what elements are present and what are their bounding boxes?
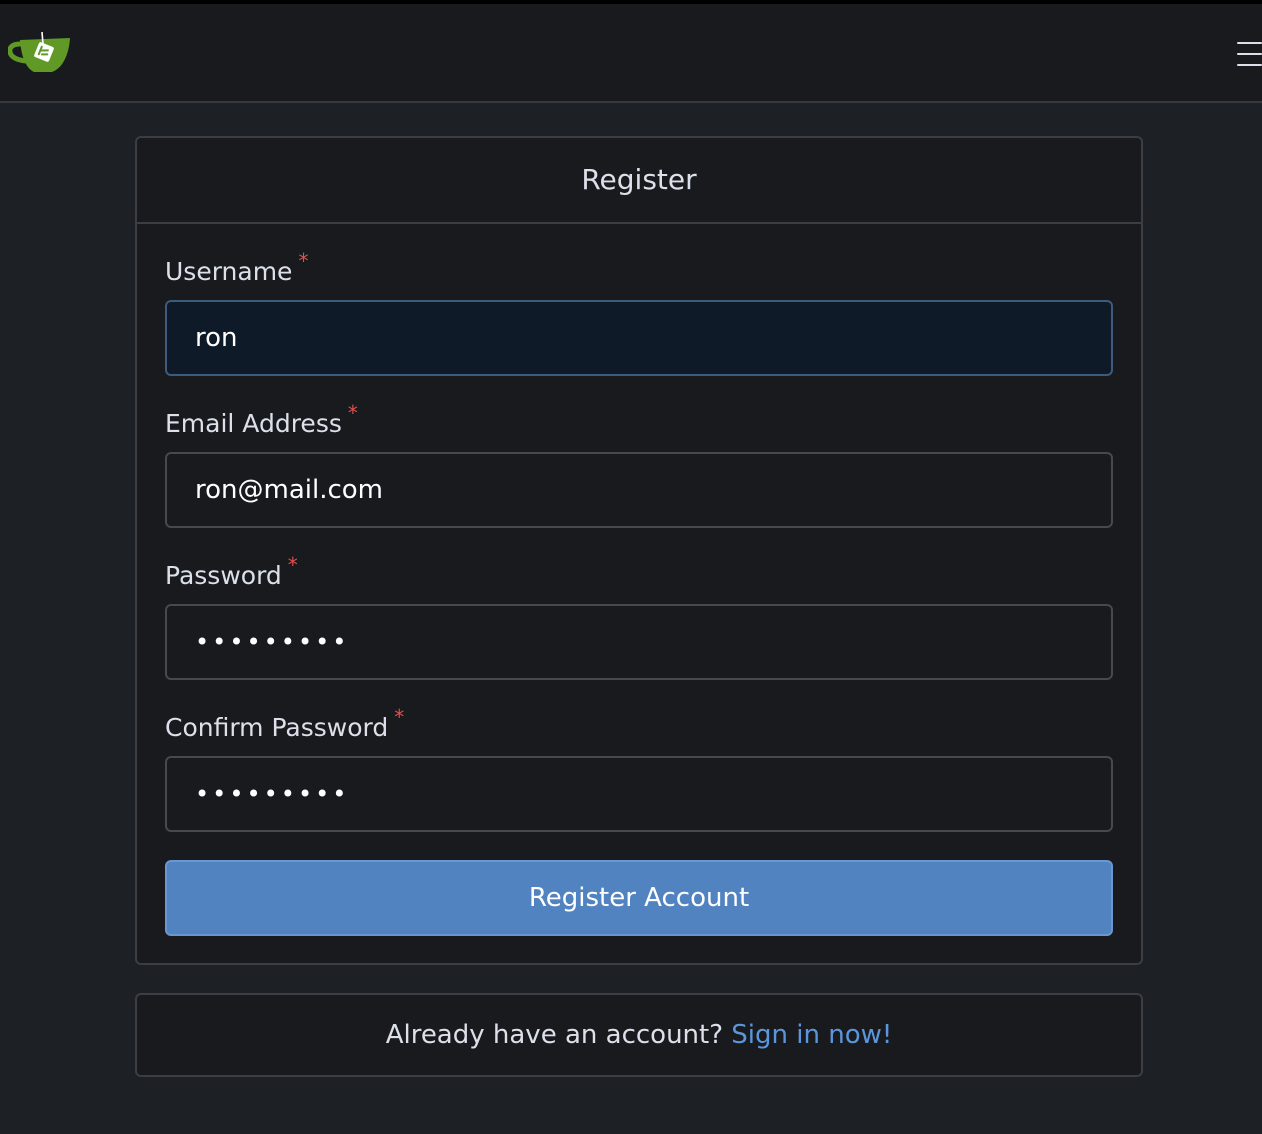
required-marker: * bbox=[287, 553, 298, 577]
gitea-logo-icon[interactable] bbox=[7, 31, 72, 76]
register-card: Register Username * ron Email Address * ro… bbox=[135, 136, 1143, 965]
password-label-text: Password bbox=[165, 561, 282, 590]
email-label: Email Address * bbox=[165, 401, 358, 440]
email-label-text: Email Address bbox=[165, 409, 342, 438]
signin-prompt: Already have an account? bbox=[385, 1020, 724, 1050]
password-label: Password * bbox=[165, 553, 298, 592]
register-account-button[interactable]: Register Account bbox=[165, 860, 1113, 936]
confirm-password-label-text: Confirm Password bbox=[165, 713, 389, 742]
register-card-title: Register bbox=[137, 138, 1141, 224]
username-input[interactable]: ron bbox=[165, 300, 1113, 376]
navbar bbox=[0, 4, 1262, 103]
required-marker: * bbox=[394, 705, 405, 729]
required-marker: * bbox=[347, 401, 358, 425]
confirm-password-label: Confirm Password * bbox=[165, 705, 404, 744]
username-label-text: Username bbox=[165, 257, 293, 286]
sign-in-link[interactable]: Sign in now! bbox=[731, 1020, 892, 1050]
password-input[interactable]: ••••••••• bbox=[165, 604, 1113, 680]
hamburger-menu-icon[interactable] bbox=[1234, 40, 1262, 68]
username-label: Username * bbox=[165, 249, 308, 288]
signin-card: Already have an account? Sign in now! bbox=[135, 993, 1143, 1077]
confirm-password-input[interactable]: ••••••••• bbox=[165, 756, 1113, 832]
email-input[interactable]: ron@mail.com bbox=[165, 452, 1113, 528]
required-marker: * bbox=[298, 249, 309, 273]
